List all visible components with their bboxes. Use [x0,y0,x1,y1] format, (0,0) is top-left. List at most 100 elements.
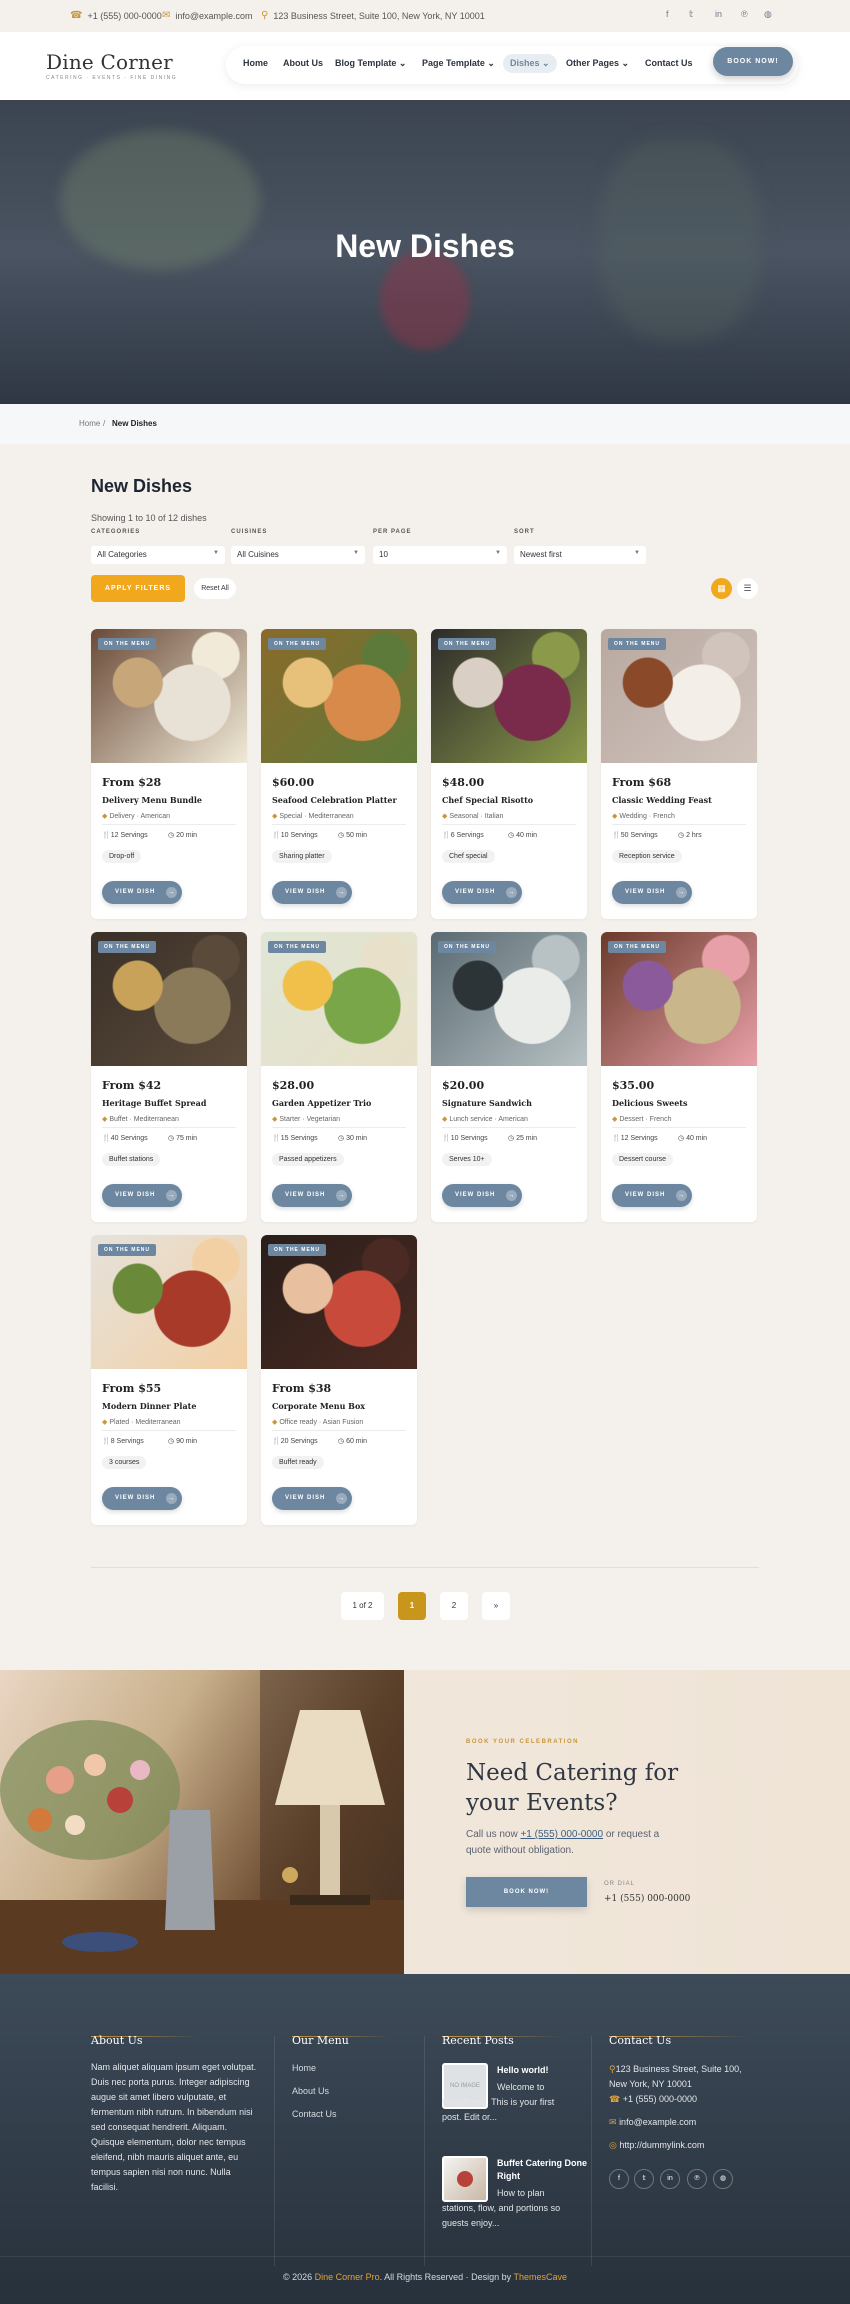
view-dish-button[interactable]: VIEW DISH → [442,881,522,904]
dish-title[interactable]: Classic Wedding Feast [612,795,712,805]
post-title[interactable]: Buffet Catering Done Right [497,2157,587,2183]
sort-select[interactable]: Newest first ▼ [514,546,646,564]
topbar-email[interactable]: ✉ info@example.com [162,10,253,21]
footer-link-home[interactable]: Home [292,2063,316,2073]
dish-title[interactable]: Seafood Celebration Platter [272,795,397,805]
dish-price: From $68 [612,776,672,789]
dish-title[interactable]: Signature Sandwich [442,1098,532,1108]
footer-link-about[interactable]: About Us [292,2086,329,2096]
view-dish-button[interactable]: VIEW DISH → [612,1184,692,1207]
reset-all-button[interactable]: Reset All [194,578,236,599]
chevron-down-icon: ▼ [634,550,640,556]
pinterest-icon[interactable]: ℗ [741,9,748,19]
mail-icon: ✉ [609,2117,617,2127]
footer-website[interactable]: ◎ http://dummylink.com [609,2138,704,2153]
dish-title[interactable]: Garden Appetizer Trio [272,1098,371,1108]
dish-price: From $55 [102,1382,162,1395]
dish-title[interactable]: Corporate Menu Box [272,1401,365,1411]
twitter-icon[interactable]: 𝕥 [634,2169,654,2189]
clock-icon: ◷ [508,1135,515,1142]
dish-title[interactable]: Delicious Sweets [612,1098,688,1108]
dish-title[interactable]: Modern Dinner Plate [102,1401,196,1411]
dish-card[interactable]: ON THE MENU From $38 Corporate Menu Box … [261,1235,417,1525]
dish-card[interactable]: ON THE MENU $28.00 Garden Appetizer Trio… [261,932,417,1222]
nav-other-pages[interactable]: Other Pages ⌄ [566,58,629,69]
nav-blog-template[interactable]: Blog Template ⌄ [335,58,406,69]
linkedin-icon[interactable]: in [715,9,722,19]
view-dish-button[interactable]: VIEW DISH → [102,1184,182,1207]
list-view-icon[interactable]: ☰ [737,578,758,599]
dish-card[interactable]: ON THE MENU $35.00 Delicious Sweets ◆ De… [601,932,757,1222]
dish-card[interactable]: ON THE MENU $48.00 Chef Special Risotto … [431,629,587,919]
site-header: Dine Corner CATERING · EVENTS · FINE DIN… [0,32,850,100]
dish-title[interactable]: Chef Special Risotto [442,795,533,805]
dish-title[interactable]: Delivery Menu Bundle [102,795,202,805]
menu-badge: ON THE MENU [268,638,326,650]
pinterest-icon[interactable]: ℗ [687,2169,707,2189]
categories-select[interactable]: All Categories ▼ [91,546,225,564]
dish-card[interactable]: ON THE MENU From $68 Classic Wedding Fea… [601,629,757,919]
dish-meta: ◆ Wedding · French [612,813,675,820]
facebook-icon[interactable]: f [666,9,669,19]
footer-about-text: Nam aliquet aliquam ipsum eget volutpat.… [91,2062,257,2192]
per-page-select[interactable]: 10 ▼ [373,546,507,564]
nav-home[interactable]: Home [243,58,268,68]
apply-filters-button[interactable]: APPLY FILTERS [91,575,185,602]
cuisines-select[interactable]: All Cuisines ▼ [231,546,365,564]
dish-title[interactable]: Heritage Buffet Spread [102,1098,206,1108]
view-dish-button[interactable]: VIEW DISH → [272,1487,352,1510]
brand-link[interactable]: Dine Corner Pro [315,2272,380,2282]
tag-icon: ◆ [612,1116,618,1123]
catering-description: Call us now +1 (555) 000-0000 or request… [466,1829,660,1856]
dish-card[interactable]: ON THE MENU $60.00 Seafood Celebration P… [261,629,417,919]
filter-label-sort: SORT [514,529,535,535]
page-button-current[interactable]: 1 [398,1592,426,1620]
main-nav: Home About Us Blog Template ⌄ Page Templ… [226,46,798,84]
footer-email[interactable]: ✉ info@example.com [609,2115,696,2130]
nav-dishes[interactable]: Dishes ⌄ [503,54,557,73]
map-pin-icon: ⚲ [261,10,269,21]
dribbble-icon[interactable]: ◍ [764,9,772,20]
dish-time: ◷ 2 hrs [678,832,702,839]
catering-phone[interactable]: +1 (555) 000-0000 [604,1894,690,1904]
twitter-icon[interactable]: 𝕥 [689,9,693,20]
footer-bottom-divider [0,2256,850,2257]
utensils-icon: 🍴 [612,832,621,839]
dribbble-icon[interactable]: ◍ [713,2169,733,2189]
nav-page-template[interactable]: Page Template ⌄ [422,58,495,69]
designer-link[interactable]: ThemesCave [514,2272,568,2282]
nav-contact[interactable]: Contact Us [645,58,693,68]
view-dish-button[interactable]: VIEW DISH → [272,881,352,904]
view-dish-button[interactable]: VIEW DISH → [612,881,692,904]
view-dish-button[interactable]: VIEW DISH → [102,881,182,904]
tag-icon: ◆ [272,1116,278,1123]
phone-icon: ☎ [70,10,83,21]
catering-book-button[interactable]: BOOK NOW! [466,1877,587,1907]
dish-card[interactable]: ON THE MENU From $55 Modern Dinner Plate… [91,1235,247,1525]
catering-title: Need Catering for your Events? [466,1760,679,1816]
copyright: © 2026 Dine Corner Pro. All Rights Reser… [282,2272,568,2282]
card-divider [442,824,576,825]
facebook-icon[interactable]: f [609,2169,629,2189]
breadcrumb-home[interactable]: Home [79,419,100,428]
grid-view-icon[interactable]: ▦ [711,578,732,599]
dish-tag: Dessert course [612,1153,674,1166]
dish-meta: ◆ Plated · Mediterranean [102,1419,181,1426]
logo[interactable]: Dine Corner CATERING · EVENTS · FINE DIN… [46,50,177,81]
post-title[interactable]: Hello world! [497,2065,549,2075]
dish-card[interactable]: ON THE MENU From $42 Heritage Buffet Spr… [91,932,247,1222]
view-dish-button[interactable]: VIEW DISH → [102,1487,182,1510]
linkedin-icon[interactable]: in [660,2169,680,2189]
catering-phone-link[interactable]: +1 (555) 000-0000 [520,1829,603,1840]
footer-link-contact[interactable]: Contact Us [292,2109,337,2119]
footer-phone[interactable]: ☎ +1 (555) 000-0000 [609,2092,697,2107]
view-dish-button[interactable]: VIEW DISH → [442,1184,522,1207]
book-now-button[interactable]: BOOK NOW! [713,47,793,76]
next-page-button[interactable]: » [482,1592,510,1620]
topbar-phone[interactable]: ☎ +1 (555) 000-0000 [70,10,162,21]
dish-card[interactable]: ON THE MENU From $28 Delivery Menu Bundl… [91,629,247,919]
view-dish-button[interactable]: VIEW DISH → [272,1184,352,1207]
dish-card[interactable]: ON THE MENU $20.00 Signature Sandwich ◆ … [431,932,587,1222]
nav-about[interactable]: About Us [283,58,323,68]
page-button-2[interactable]: 2 [440,1592,468,1620]
